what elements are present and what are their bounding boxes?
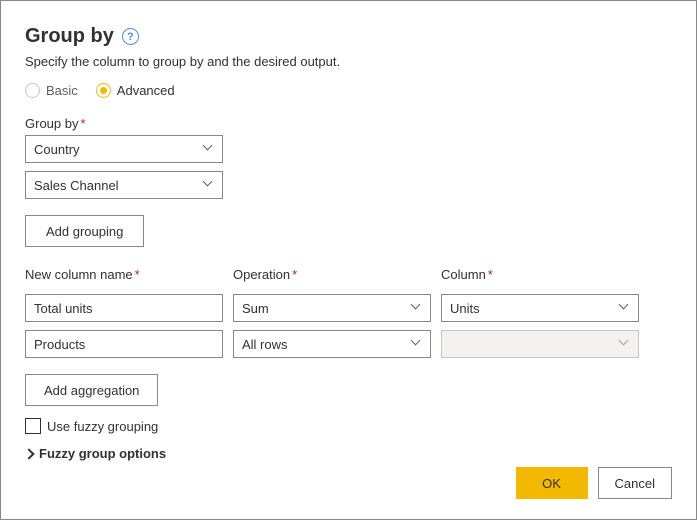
dialog-title: Group by	[25, 25, 114, 48]
agg-operation-select-0[interactable]: Sum	[233, 294, 431, 322]
col-column-label: Column*	[441, 267, 639, 282]
chevron-down-icon	[412, 339, 422, 349]
add-aggregation-button[interactable]: Add aggregation	[25, 374, 158, 406]
fuzzy-checkbox-label: Use fuzzy grouping	[47, 419, 158, 434]
agg-operation-select-1[interactable]: All rows	[233, 330, 431, 358]
fuzzy-options-expander[interactable]: Fuzzy group options	[25, 446, 672, 461]
fuzzy-checkbox-row[interactable]: Use fuzzy grouping	[25, 418, 672, 434]
agg-name-input-1[interactable]: Products	[25, 330, 223, 358]
aggregation-row: Products All rows	[25, 330, 672, 358]
agg-name-input-0[interactable]: Total units	[25, 294, 223, 322]
add-grouping-button[interactable]: Add grouping	[25, 215, 144, 247]
checkbox-icon[interactable]	[25, 418, 41, 434]
chevron-down-icon	[204, 144, 214, 154]
chevron-down-icon	[412, 303, 422, 313]
dialog-subtitle: Specify the column to group by and the d…	[25, 54, 672, 69]
groupby-select-0[interactable]: Country	[25, 135, 223, 163]
chevron-right-icon	[23, 448, 34, 459]
aggregation-row: Total units Sum Units	[25, 294, 672, 322]
required-marker: *	[80, 116, 85, 131]
chevron-down-icon	[620, 303, 630, 313]
group-by-dialog: Group by ? Specify the column to group b…	[0, 0, 697, 520]
select-value: Sales Channel	[34, 178, 119, 193]
help-icon[interactable]: ?	[122, 28, 139, 45]
cancel-button[interactable]: Cancel	[598, 467, 672, 499]
select-value: Country	[34, 142, 80, 157]
chevron-down-icon	[204, 180, 214, 190]
mode-radio-group: Basic Advanced	[25, 83, 672, 98]
radio-icon	[25, 83, 40, 98]
radio-advanced[interactable]: Advanced	[96, 83, 175, 98]
col-name-label: New column name*	[25, 267, 223, 282]
chevron-down-icon	[620, 339, 630, 349]
groupby-select-1[interactable]: Sales Channel	[25, 171, 223, 199]
ok-button[interactable]: OK	[516, 467, 588, 499]
groupby-label: Group by*	[25, 116, 672, 131]
dialog-footer: OK Cancel	[516, 467, 672, 499]
title-row: Group by ?	[25, 21, 672, 52]
aggregation-header: New column name* Operation* Column*	[25, 267, 672, 286]
radio-basic-label: Basic	[46, 83, 78, 98]
radio-basic[interactable]: Basic	[25, 83, 78, 98]
agg-column-select-1	[441, 330, 639, 358]
fuzzy-expander-label: Fuzzy group options	[39, 446, 166, 461]
agg-column-select-0[interactable]: Units	[441, 294, 639, 322]
radio-advanced-label: Advanced	[117, 83, 175, 98]
col-operation-label: Operation*	[233, 267, 431, 282]
radio-icon	[96, 83, 111, 98]
